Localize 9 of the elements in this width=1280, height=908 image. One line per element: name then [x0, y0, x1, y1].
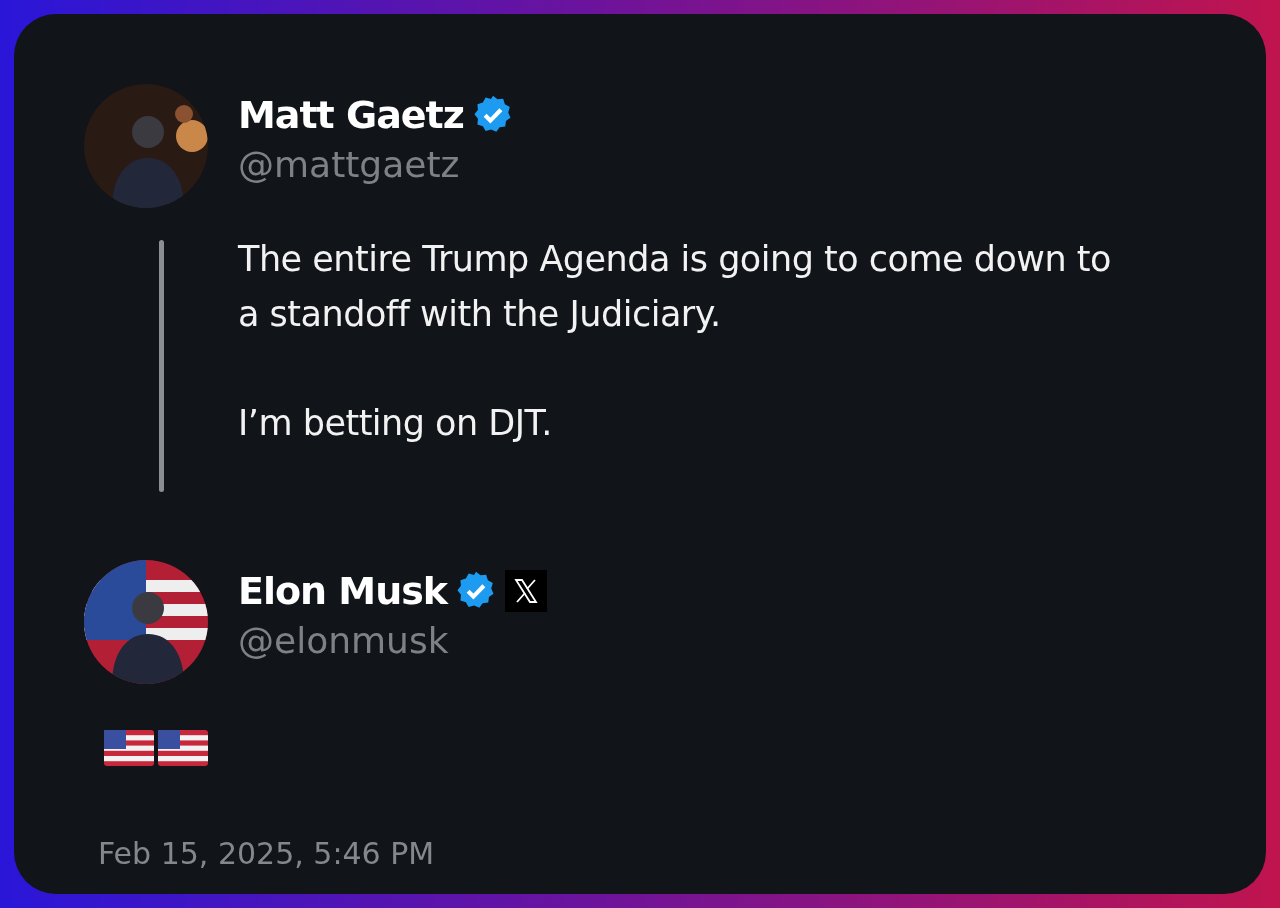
- timestamp: Feb 15, 2025, 5:46 PM: [98, 836, 436, 871]
- author-name: Elon Musk: [238, 568, 448, 614]
- tweet-text: I’m betting on DJT.: [238, 402, 553, 445]
- author-handle: @mattgaetz: [238, 143, 461, 187]
- tweet-text: The entire Trump Agenda is going to come down to a standoff with the Judiciary.: [238, 238, 1112, 336]
- flag-icon: [104, 730, 154, 766]
- flag-icon: [158, 730, 208, 766]
- author-handle: @elonmusk: [238, 619, 450, 663]
- author-name: Matt Gaetz: [238, 92, 464, 138]
